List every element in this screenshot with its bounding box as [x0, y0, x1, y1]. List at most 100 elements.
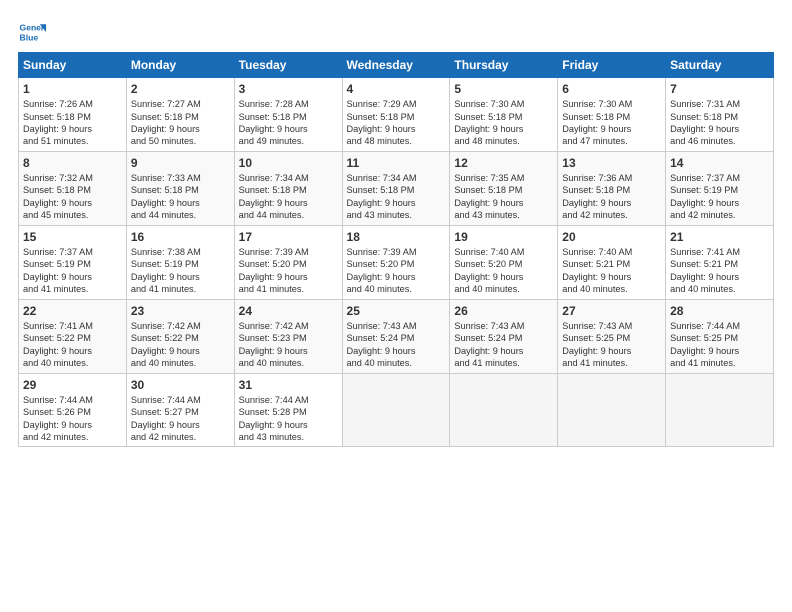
weekday-header-wednesday: Wednesday [342, 53, 450, 78]
calendar-cell: 29Sunrise: 7:44 AMSunset: 5:26 PMDayligh… [19, 373, 127, 447]
calendar-week-3: 15Sunrise: 7:37 AMSunset: 5:19 PMDayligh… [19, 225, 774, 299]
day-number: 7 [670, 81, 769, 97]
calendar-week-5: 29Sunrise: 7:44 AMSunset: 5:26 PMDayligh… [19, 373, 774, 447]
day-number: 13 [562, 155, 661, 171]
calendar-cell: 26Sunrise: 7:43 AMSunset: 5:24 PMDayligh… [450, 299, 558, 373]
calendar-cell: 8Sunrise: 7:32 AMSunset: 5:18 PMDaylight… [19, 151, 127, 225]
day-number: 25 [347, 303, 446, 319]
day-info: Sunrise: 7:35 AMSunset: 5:18 PMDaylight:… [454, 172, 553, 222]
day-number: 10 [239, 155, 338, 171]
calendar-cell: 14Sunrise: 7:37 AMSunset: 5:19 PMDayligh… [666, 151, 774, 225]
day-number: 5 [454, 81, 553, 97]
day-number: 23 [131, 303, 230, 319]
day-info: Sunrise: 7:41 AMSunset: 5:22 PMDaylight:… [23, 320, 122, 370]
logo-icon: General Blue [18, 18, 46, 46]
calendar-cell: 11Sunrise: 7:34 AMSunset: 5:18 PMDayligh… [342, 151, 450, 225]
day-number: 8 [23, 155, 122, 171]
day-number: 2 [131, 81, 230, 97]
day-info: Sunrise: 7:28 AMSunset: 5:18 PMDaylight:… [239, 98, 338, 148]
day-number: 12 [454, 155, 553, 171]
calendar-cell: 12Sunrise: 7:35 AMSunset: 5:18 PMDayligh… [450, 151, 558, 225]
day-number: 4 [347, 81, 446, 97]
calendar-cell: 23Sunrise: 7:42 AMSunset: 5:22 PMDayligh… [126, 299, 234, 373]
day-info: Sunrise: 7:33 AMSunset: 5:18 PMDaylight:… [131, 172, 230, 222]
day-info: Sunrise: 7:39 AMSunset: 5:20 PMDaylight:… [347, 246, 446, 296]
day-info: Sunrise: 7:43 AMSunset: 5:25 PMDaylight:… [562, 320, 661, 370]
weekday-header-monday: Monday [126, 53, 234, 78]
calendar-cell: 16Sunrise: 7:38 AMSunset: 5:19 PMDayligh… [126, 225, 234, 299]
day-info: Sunrise: 7:37 AMSunset: 5:19 PMDaylight:… [23, 246, 122, 296]
day-info: Sunrise: 7:43 AMSunset: 5:24 PMDaylight:… [454, 320, 553, 370]
calendar-cell: 21Sunrise: 7:41 AMSunset: 5:21 PMDayligh… [666, 225, 774, 299]
weekday-header-saturday: Saturday [666, 53, 774, 78]
calendar-table: SundayMondayTuesdayWednesdayThursdayFrid… [18, 52, 774, 447]
day-info: Sunrise: 7:42 AMSunset: 5:22 PMDaylight:… [131, 320, 230, 370]
day-info: Sunrise: 7:30 AMSunset: 5:18 PMDaylight:… [454, 98, 553, 148]
day-info: Sunrise: 7:43 AMSunset: 5:24 PMDaylight:… [347, 320, 446, 370]
day-number: 31 [239, 377, 338, 393]
day-number: 19 [454, 229, 553, 245]
calendar-cell: 7Sunrise: 7:31 AMSunset: 5:18 PMDaylight… [666, 78, 774, 152]
logo: General Blue [18, 18, 49, 46]
day-number: 18 [347, 229, 446, 245]
day-number: 17 [239, 229, 338, 245]
calendar-cell: 19Sunrise: 7:40 AMSunset: 5:20 PMDayligh… [450, 225, 558, 299]
calendar-cell: 24Sunrise: 7:42 AMSunset: 5:23 PMDayligh… [234, 299, 342, 373]
day-number: 29 [23, 377, 122, 393]
calendar-week-4: 22Sunrise: 7:41 AMSunset: 5:22 PMDayligh… [19, 299, 774, 373]
day-info: Sunrise: 7:44 AMSunset: 5:28 PMDaylight:… [239, 394, 338, 444]
day-number: 30 [131, 377, 230, 393]
day-number: 14 [670, 155, 769, 171]
day-number: 24 [239, 303, 338, 319]
day-info: Sunrise: 7:44 AMSunset: 5:26 PMDaylight:… [23, 394, 122, 444]
weekday-header-thursday: Thursday [450, 53, 558, 78]
day-info: Sunrise: 7:36 AMSunset: 5:18 PMDaylight:… [562, 172, 661, 222]
calendar-cell: 22Sunrise: 7:41 AMSunset: 5:22 PMDayligh… [19, 299, 127, 373]
calendar-week-1: 1Sunrise: 7:26 AMSunset: 5:18 PMDaylight… [19, 78, 774, 152]
day-info: Sunrise: 7:34 AMSunset: 5:18 PMDaylight:… [239, 172, 338, 222]
day-number: 3 [239, 81, 338, 97]
day-number: 27 [562, 303, 661, 319]
calendar-cell [450, 373, 558, 447]
calendar-cell: 17Sunrise: 7:39 AMSunset: 5:20 PMDayligh… [234, 225, 342, 299]
calendar-cell: 28Sunrise: 7:44 AMSunset: 5:25 PMDayligh… [666, 299, 774, 373]
day-info: Sunrise: 7:40 AMSunset: 5:21 PMDaylight:… [562, 246, 661, 296]
calendar-cell: 20Sunrise: 7:40 AMSunset: 5:21 PMDayligh… [558, 225, 666, 299]
calendar-body: 1Sunrise: 7:26 AMSunset: 5:18 PMDaylight… [19, 78, 774, 447]
calendar-cell [342, 373, 450, 447]
day-number: 28 [670, 303, 769, 319]
day-number: 21 [670, 229, 769, 245]
weekday-header-sunday: Sunday [19, 53, 127, 78]
calendar-cell: 18Sunrise: 7:39 AMSunset: 5:20 PMDayligh… [342, 225, 450, 299]
day-info: Sunrise: 7:37 AMSunset: 5:19 PMDaylight:… [670, 172, 769, 222]
day-number: 9 [131, 155, 230, 171]
calendar-cell: 5Sunrise: 7:30 AMSunset: 5:18 PMDaylight… [450, 78, 558, 152]
svg-text:General: General [20, 22, 46, 32]
calendar-cell: 6Sunrise: 7:30 AMSunset: 5:18 PMDaylight… [558, 78, 666, 152]
day-info: Sunrise: 7:31 AMSunset: 5:18 PMDaylight:… [670, 98, 769, 148]
calendar-week-2: 8Sunrise: 7:32 AMSunset: 5:18 PMDaylight… [19, 151, 774, 225]
day-info: Sunrise: 7:26 AMSunset: 5:18 PMDaylight:… [23, 98, 122, 148]
day-info: Sunrise: 7:44 AMSunset: 5:25 PMDaylight:… [670, 320, 769, 370]
day-info: Sunrise: 7:30 AMSunset: 5:18 PMDaylight:… [562, 98, 661, 148]
calendar-cell: 2Sunrise: 7:27 AMSunset: 5:18 PMDaylight… [126, 78, 234, 152]
calendar-cell: 9Sunrise: 7:33 AMSunset: 5:18 PMDaylight… [126, 151, 234, 225]
day-number: 16 [131, 229, 230, 245]
calendar-cell: 30Sunrise: 7:44 AMSunset: 5:27 PMDayligh… [126, 373, 234, 447]
day-number: 1 [23, 81, 122, 97]
calendar-cell: 10Sunrise: 7:34 AMSunset: 5:18 PMDayligh… [234, 151, 342, 225]
day-info: Sunrise: 7:34 AMSunset: 5:18 PMDaylight:… [347, 172, 446, 222]
day-number: 20 [562, 229, 661, 245]
calendar-cell [558, 373, 666, 447]
calendar-cell: 25Sunrise: 7:43 AMSunset: 5:24 PMDayligh… [342, 299, 450, 373]
calendar-cell: 3Sunrise: 7:28 AMSunset: 5:18 PMDaylight… [234, 78, 342, 152]
day-number: 6 [562, 81, 661, 97]
weekday-header-tuesday: Tuesday [234, 53, 342, 78]
day-info: Sunrise: 7:44 AMSunset: 5:27 PMDaylight:… [131, 394, 230, 444]
calendar-cell: 27Sunrise: 7:43 AMSunset: 5:25 PMDayligh… [558, 299, 666, 373]
calendar-cell: 1Sunrise: 7:26 AMSunset: 5:18 PMDaylight… [19, 78, 127, 152]
calendar-container: General Blue SundayMondayTuesdayWednesda… [0, 0, 792, 457]
day-info: Sunrise: 7:27 AMSunset: 5:18 PMDaylight:… [131, 98, 230, 148]
day-info: Sunrise: 7:40 AMSunset: 5:20 PMDaylight:… [454, 246, 553, 296]
svg-text:Blue: Blue [20, 33, 39, 43]
